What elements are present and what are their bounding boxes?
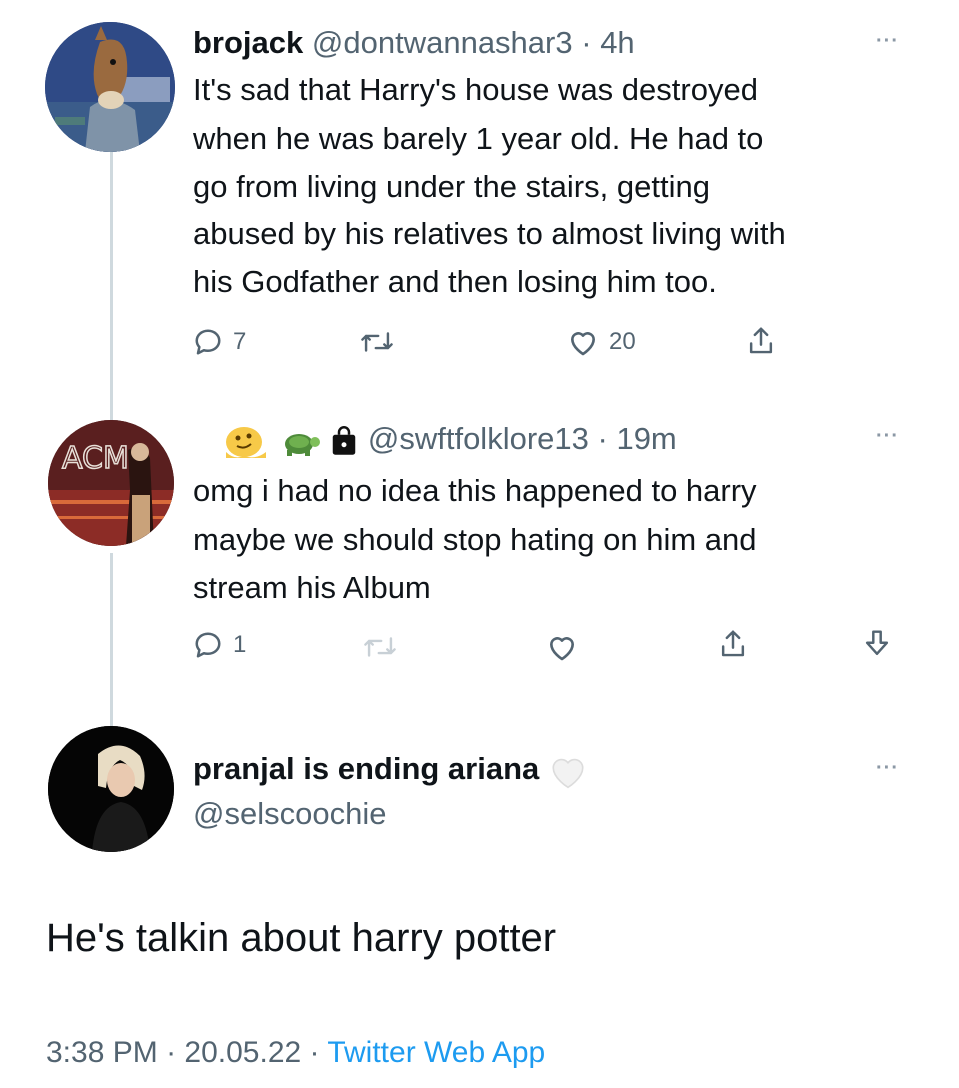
reply-button[interactable]: 7 bbox=[193, 327, 246, 357]
retweet-button[interactable] bbox=[363, 632, 397, 662]
ariana-avatar-image bbox=[48, 726, 174, 852]
tweet-text-line: abused by his relatives to almost living… bbox=[193, 216, 786, 251]
tweet-source-link[interactable]: Twitter Web App bbox=[327, 1036, 545, 1069]
download-icon bbox=[865, 630, 889, 656]
display-name[interactable]: brojack bbox=[193, 25, 303, 60]
tweet-text-line: stream his Album bbox=[193, 570, 431, 605]
timestamp[interactable]: 4h bbox=[600, 25, 634, 60]
like-count: 20 bbox=[609, 328, 636, 355]
tweet-text-line: It's sad that Harry's house was destroye… bbox=[193, 72, 758, 107]
separator: · bbox=[597, 421, 608, 456]
thread-line-1 bbox=[110, 152, 113, 427]
separator: · bbox=[309, 1036, 320, 1069]
like-icon bbox=[571, 332, 595, 356]
tweet-text-line: maybe we should stop hating on him and bbox=[193, 522, 757, 557]
tweet-text-line: omg i had no idea this happened to harry bbox=[193, 473, 757, 508]
thread-line-2 bbox=[110, 553, 113, 728]
melting-face-icon bbox=[226, 426, 266, 458]
svg-text:ACM: ACM bbox=[62, 441, 129, 476]
share-icon bbox=[721, 630, 745, 657]
avatar-selscoochie[interactable] bbox=[48, 726, 174, 852]
retweet-button[interactable] bbox=[360, 327, 394, 357]
tweet-time[interactable]: 3:38 PM bbox=[46, 1036, 158, 1069]
tweet-text-line: go from living under the stairs, getting bbox=[193, 169, 710, 204]
tweet-text-line: when he was barely 1 year old. He had to bbox=[193, 121, 764, 156]
share-button[interactable] bbox=[718, 628, 748, 660]
tweet-date[interactable]: 20.05.22 bbox=[184, 1036, 301, 1069]
reply-button[interactable]: 1 bbox=[193, 630, 246, 660]
reply-icon bbox=[195, 329, 221, 355]
reply-icon bbox=[195, 632, 221, 658]
main-tweet-handle[interactable]: @selscoochie bbox=[193, 795, 386, 833]
tweet-text-line: his Godfather and then losing him too. bbox=[193, 264, 717, 299]
like-icon bbox=[550, 637, 574, 661]
reply-count: 7 bbox=[233, 328, 247, 355]
handle[interactable]: @swftfolklore13 bbox=[368, 421, 589, 456]
tweet-1-header: brojack @dontwannashar3 · 4h bbox=[193, 24, 635, 62]
handle[interactable]: @dontwannashar3 bbox=[312, 25, 573, 60]
share-icon bbox=[749, 327, 773, 354]
tweet-metadata: 3:38 PM · 20.05.22 · Twitter Web App bbox=[46, 1033, 545, 1073]
avatar-brojack[interactable] bbox=[45, 22, 175, 152]
reply-count: 1 bbox=[233, 631, 247, 658]
retweet-icon bbox=[361, 332, 393, 352]
like-button[interactable] bbox=[546, 632, 578, 662]
timestamp[interactable]: 19m bbox=[616, 421, 676, 456]
acm-avatar-image: ACM bbox=[48, 420, 174, 546]
shopping-bag-icon bbox=[333, 425, 356, 455]
avatar-swftfolklore13[interactable]: ACM bbox=[48, 420, 174, 546]
retweet-icon bbox=[364, 637, 396, 657]
separator: · bbox=[581, 25, 592, 60]
more-icon[interactable]: ··· bbox=[876, 425, 899, 448]
tweet-2-header: @swftfolklore13 · 19m bbox=[224, 420, 677, 460]
like-button[interactable]: 20 bbox=[567, 327, 636, 357]
bojack-avatar-image bbox=[45, 22, 175, 152]
white-heart-icon bbox=[552, 758, 584, 789]
more-icon[interactable]: ··· bbox=[876, 30, 899, 53]
separator: · bbox=[166, 1036, 177, 1069]
turtle-icon bbox=[284, 433, 320, 456]
more-icon[interactable]: ··· bbox=[876, 757, 899, 780]
main-tweet-name-row: pranjal is ending ariana bbox=[193, 750, 588, 789]
download-button[interactable] bbox=[862, 628, 892, 660]
share-button[interactable] bbox=[746, 325, 776, 357]
main-tweet-text: He's talkin about harry potter bbox=[46, 916, 557, 960]
display-name[interactable]: pranjal is ending ariana bbox=[193, 751, 539, 786]
